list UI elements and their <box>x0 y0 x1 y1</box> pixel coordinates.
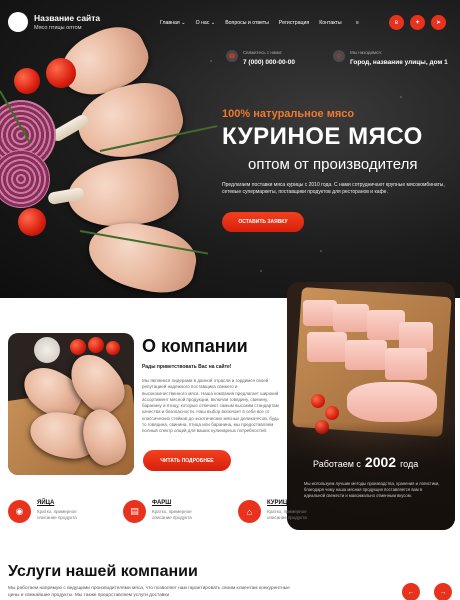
chicken-icon: ⌂ <box>238 500 261 523</box>
phone-number[interactable]: 7 (000) 000-00-00 <box>243 59 295 66</box>
tomato-image <box>14 68 40 94</box>
services-title: Услуги нашей компании <box>8 563 198 580</box>
arrow-right-icon[interactable]: → <box>434 583 452 600</box>
mince-icon: ▤ <box>123 500 146 523</box>
about-title: О компании <box>142 336 248 356</box>
site-subtitle: Мясо птицы оптом <box>34 25 82 31</box>
location-pin-icon: ⚲ <box>333 50 345 62</box>
onion-image <box>0 150 50 208</box>
feature-desc: Кратко, примерное описание продукта <box>152 509 192 520</box>
address-label: Мы находимся: <box>350 50 382 55</box>
hero-section: Название сайта Мясо птицы оптом Главная … <box>0 0 460 298</box>
vk-icon[interactable]: в <box>389 15 404 30</box>
chicken-fillet <box>307 332 347 362</box>
read-more-button[interactable]: ЧИТАТЬ ПОДРОБНЕЕ <box>143 450 231 471</box>
chicken-fillet <box>345 340 387 370</box>
since-description: Мы используем лучшие методы производства… <box>304 481 440 498</box>
hero-text: 100% натуральное мясо КУРИНОЕ МЯСО оптом… <box>222 108 423 173</box>
site-title: Название сайта <box>34 13 101 23</box>
about-lead: Рады приветствовать Вас на сайте! <box>142 364 232 370</box>
garlic-image <box>34 337 60 363</box>
chicken-fillet <box>385 348 427 380</box>
logo-icon <box>8 12 28 32</box>
product-features: ◉ ЯЙЦА Кратко, примерное описание продук… <box>8 500 317 523</box>
address-value: Город, название улицы, дом 1 <box>350 59 448 66</box>
about-image-right: Работаем с 2002 года Мы используем лучшие … <box>287 282 455 530</box>
tomato-image <box>18 208 46 236</box>
nav-item-about[interactable]: О нас ⌄ <box>196 20 216 26</box>
since-year: 2002 <box>364 454 397 470</box>
arrow-left-icon[interactable]: ← <box>402 583 420 600</box>
feature-desc: Кратко, примерное описание продукта <box>267 509 307 520</box>
telegram-icon[interactable]: ➤ <box>431 15 446 30</box>
hero-headline: КУРИНОЕ МЯСО <box>222 123 423 150</box>
main-nav: Главная ⌄ О нас ⌄ Вопросы и ответы Регис… <box>160 20 359 26</box>
feature-eggs[interactable]: ◉ ЯЙЦА Кратко, примерное описание продук… <box>8 500 87 523</box>
drumstick-image <box>82 214 202 298</box>
feature-desc: Кратко, примерное описание продукта <box>37 509 77 520</box>
site-brand[interactable]: Название сайта Мясо птицы оптом <box>8 12 100 32</box>
chevron-down-icon: ⌄ <box>181 20 186 26</box>
phone-label: Свяжитесь с нами: <box>243 50 283 55</box>
phone-icon: ☎ <box>226 50 238 62</box>
tomato-image <box>311 394 325 408</box>
eggs-icon: ◉ <box>8 500 31 523</box>
nav-item-faq[interactable]: Вопросы и ответы <box>225 20 269 26</box>
hero-subheadline: оптом от производителя <box>248 156 418 173</box>
phone-contact: ☎ Свяжитесь с нами: 7 (000) 000-00-00 <box>226 50 295 66</box>
about-image-left <box>8 333 134 475</box>
tomato-image <box>106 341 120 355</box>
tomato-image <box>325 406 339 420</box>
about-body: Мы являемся лидерами в данной отрасли и … <box>142 378 279 434</box>
leave-request-button[interactable]: ОСТАВИТЬ ЗАЯВКУ <box>222 212 304 232</box>
feature-name[interactable]: ФАРШ <box>152 500 202 506</box>
about-section: О компании Рады приветствовать Вас на са… <box>142 336 280 435</box>
social-links: в ✦ ➤ <box>389 15 446 30</box>
feature-name[interactable]: КУРИЦА <box>267 500 317 506</box>
feature-chicken[interactable]: ⌂ КУРИЦА Кратко, примерное описание прод… <box>238 500 317 523</box>
feature-name[interactable]: ЯЙЦА <box>37 500 87 506</box>
tomato-image <box>88 337 104 353</box>
hamburger-menu-icon[interactable]: ≡ <box>356 20 359 26</box>
chicken-breast <box>347 382 437 422</box>
twitter-icon[interactable]: ✦ <box>410 15 425 30</box>
hero-tagline: 100% натуральное мясо <box>222 108 355 120</box>
nav-item-registration[interactable]: Регистрация <box>279 20 309 26</box>
services-description: Мы работаем напрямую с ведущими производ… <box>8 586 290 598</box>
carousel-arrows: ← → <box>402 583 452 600</box>
chicken-fillet <box>303 300 337 326</box>
tomato-image <box>46 58 76 88</box>
chevron-down-icon: ⌄ <box>210 20 216 26</box>
feature-mince[interactable]: ▤ ФАРШ Кратко, примерное описание продук… <box>123 500 202 523</box>
address-contact: ⚲ Мы находимся: Город, название улицы, д… <box>333 50 448 66</box>
hero-description: Предлагаем поставки мяса курицы с 2010 г… <box>222 182 445 195</box>
nav-item-contacts[interactable]: Контакты <box>319 20 341 26</box>
nav-item-home[interactable]: Главная ⌄ <box>160 20 186 26</box>
tomato-image <box>70 339 86 355</box>
since-badge: Работаем с 2002 года <box>313 454 419 470</box>
chicken-fillet <box>333 304 369 332</box>
